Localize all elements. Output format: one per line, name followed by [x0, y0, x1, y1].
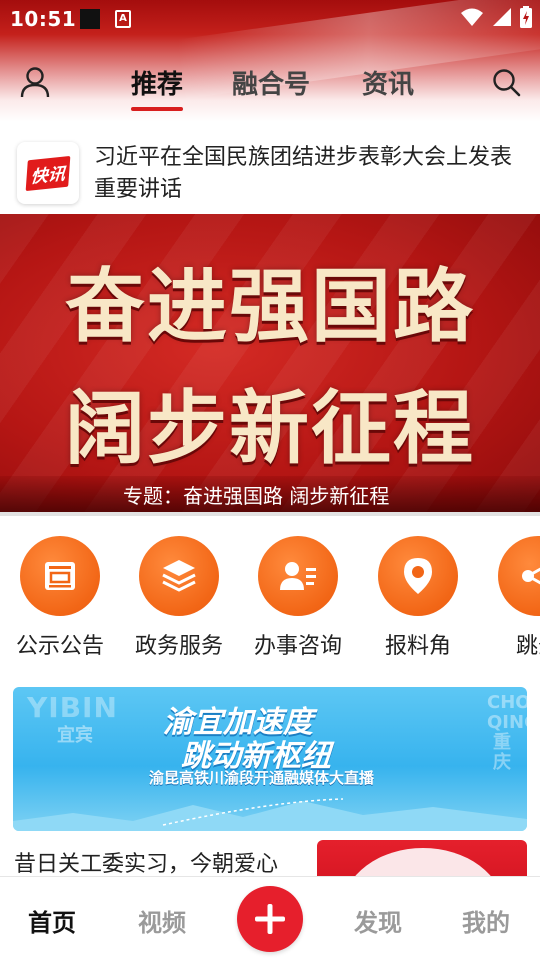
- signal-icon: [493, 8, 511, 26]
- promo-city-right: CHONG QING 重庆: [487, 692, 527, 773]
- nav-video[interactable]: 视频: [138, 903, 186, 938]
- banner-caption-bar: 专题：奋进强国路 阔步新征程: [0, 476, 540, 512]
- flash-news-text: 习近平在全国民族团结进步表彰大会上发表重要讲话: [94, 145, 513, 202]
- search-button[interactable]: [486, 62, 526, 102]
- share-nodes-icon: [498, 536, 540, 616]
- location-pin-icon: [378, 536, 458, 616]
- publish-button[interactable]: [237, 886, 303, 952]
- banner-caption: 专题：奋进强国路 阔步新征程: [123, 484, 390, 508]
- plus-icon: [255, 904, 285, 934]
- banner-headline-2: 阔步新征程: [65, 381, 475, 475]
- status-time: 10:51: [10, 7, 77, 31]
- service-label: 政务服务: [134, 634, 223, 659]
- mountain-decoration: [13, 798, 527, 831]
- user-button[interactable]: [15, 62, 55, 102]
- app-header: 10:51 A 推荐 融合号 资讯: [0, 0, 540, 122]
- flash-news-item[interactable]: 快讯 习近平在全国民族团结进步表彰大会上发表重要讲话: [0, 132, 540, 214]
- a-notification-icon: A: [115, 10, 131, 28]
- service-government[interactable]: 政务服务: [119, 536, 239, 660]
- wifi-icon: [461, 8, 483, 26]
- article-title: 昔日关工委实习，今朝爱心: [14, 852, 279, 877]
- service-flea[interactable]: 跳蚤: [478, 536, 540, 660]
- divider: [0, 512, 540, 516]
- promo-city-left: YIBIN: [27, 691, 118, 724]
- status-bar: 10:51 A: [0, 0, 540, 36]
- banner-headline-1: 奋进强国路: [65, 259, 475, 353]
- service-shortcuts: 公示公告 政务服务 办事咨询 报料角 跳: [0, 520, 540, 670]
- battery-charging-icon: [520, 6, 532, 28]
- service-label: 跳蚤: [515, 634, 540, 659]
- service-consult[interactable]: 办事咨询: [238, 536, 358, 660]
- layers-icon: [139, 536, 219, 616]
- nav-discover[interactable]: 发现: [354, 903, 402, 938]
- user-icon: [20, 67, 50, 98]
- tab-news[interactable]: 资讯: [362, 64, 414, 101]
- article-thumbnail: [317, 840, 527, 878]
- nav-mine[interactable]: 我的: [462, 903, 510, 938]
- square-notification-icon: [80, 9, 100, 29]
- flash-badge-label: 快讯: [25, 155, 71, 191]
- search-icon: [493, 69, 521, 97]
- top-navigation: 推荐 融合号 资讯: [0, 56, 540, 112]
- status-icons: [460, 6, 532, 28]
- service-label: 报料角: [384, 634, 451, 659]
- promo-subtitle: 渝昆高铁川渝段开通融媒体大直播: [149, 769, 375, 787]
- promo-banner[interactable]: YIBIN 宜宾 CHONG QING 重庆 渝宜加速度 跳动新枢纽 渝昆高铁川…: [13, 687, 527, 831]
- service-report[interactable]: 报料角: [358, 536, 478, 660]
- nav-home[interactable]: 首页: [28, 903, 76, 938]
- tab-recommended[interactable]: 推荐: [131, 64, 184, 111]
- promo-city-left-cn: 宜宾: [57, 725, 93, 746]
- person-list-icon: [258, 536, 338, 616]
- service-notice[interactable]: 公示公告: [0, 536, 120, 660]
- notice-board-icon: [20, 536, 100, 616]
- service-label: 办事咨询: [253, 634, 342, 659]
- flash-badge: 快讯: [17, 142, 79, 204]
- feature-banner[interactable]: 奋进强国路 阔步新征程 专题：奋进强国路 阔步新征程: [0, 214, 540, 512]
- bottom-navigation: 首页 视频 发现 我的: [0, 876, 540, 960]
- article-item[interactable]: 昔日关工委实习，今朝爱心: [0, 838, 540, 878]
- tab-fusion[interactable]: 融合号: [232, 64, 310, 101]
- service-label: 公示公告: [15, 634, 104, 659]
